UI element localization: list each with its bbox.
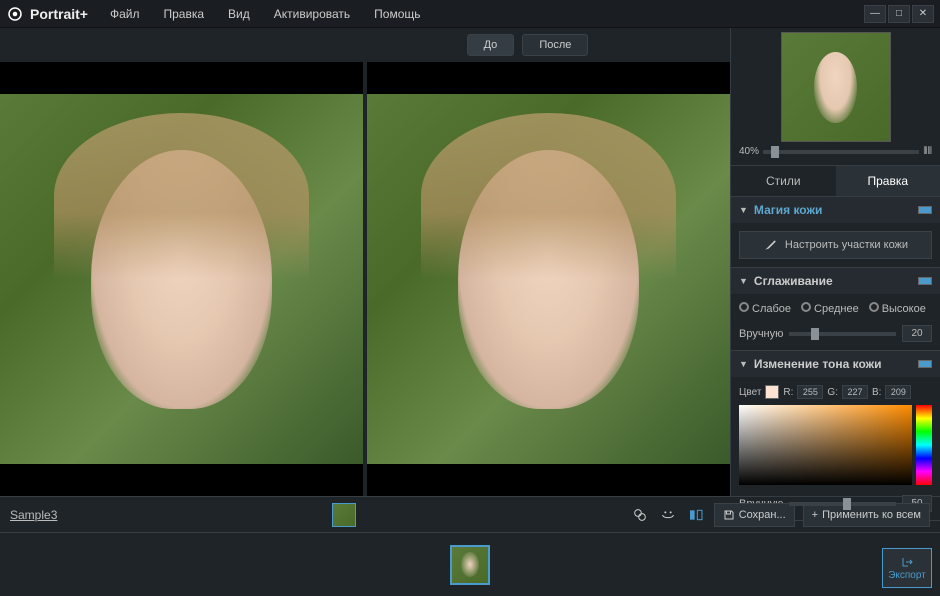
brush-label: Настроить участки кожи xyxy=(785,239,908,251)
smoothing-slider-thumb[interactable] xyxy=(811,328,819,340)
before-after-tabs: До После xyxy=(325,28,730,62)
footer-right: Сохран... + Применить ко всем xyxy=(630,503,930,527)
saturation-value-picker[interactable] xyxy=(739,405,912,485)
save-label: Сохран... xyxy=(739,509,786,521)
radio-high[interactable]: Высокое xyxy=(869,302,926,315)
window-controls: — □ ✕ xyxy=(864,5,934,23)
g-label: G: xyxy=(827,387,838,398)
thumbnail-strip: Экспорт xyxy=(0,532,940,596)
main-menu: Файл Правка Вид Активировать Помощь xyxy=(100,3,431,25)
zoom-scrub-icon[interactable]: ⦀⦀ xyxy=(923,146,932,157)
tab-edit[interactable]: Правка xyxy=(836,166,940,196)
chevron-down-icon: ▼ xyxy=(739,359,748,369)
hue-picker[interactable] xyxy=(916,405,932,485)
titlebar: Portrait+ Файл Правка Вид Активировать П… xyxy=(0,0,940,28)
apply-all-label: Применить ко всем xyxy=(822,509,921,521)
apply-all-button[interactable]: + Применить ко всем xyxy=(803,503,930,527)
b-label: B: xyxy=(872,387,881,398)
color-swatch[interactable] xyxy=(765,385,779,399)
radio-weak[interactable]: Слабое xyxy=(739,302,791,315)
color-row: Цвет R: 255 G: 227 B: 209 xyxy=(739,385,932,399)
skin-tone-toggle[interactable] xyxy=(918,360,932,368)
zoom-value: 40% xyxy=(739,146,759,157)
after-image xyxy=(367,94,730,464)
smoothing-value[interactable]: 20 xyxy=(902,325,932,342)
image-comparison xyxy=(0,62,730,496)
export-button[interactable]: Экспорт xyxy=(882,548,932,588)
skin-tone-title: Изменение тона кожи xyxy=(754,357,882,371)
smoothing-slider[interactable] xyxy=(789,332,896,336)
skin-tone-slider-thumb[interactable] xyxy=(843,498,851,510)
tab-before[interactable]: До xyxy=(467,34,515,56)
preview-area: 40% ⦀⦀ xyxy=(731,28,940,166)
smoothing-title: Сглаживание xyxy=(754,274,833,288)
zoom-control: 40% ⦀⦀ xyxy=(735,142,936,161)
app-logo-icon xyxy=(6,5,24,23)
menu-activate[interactable]: Активировать xyxy=(264,3,360,25)
link-icon[interactable] xyxy=(630,505,650,525)
menu-file[interactable]: Файл xyxy=(100,3,150,25)
face-icon[interactable] xyxy=(658,505,678,525)
menu-edit[interactable]: Правка xyxy=(153,3,214,25)
save-button[interactable]: Сохран... xyxy=(714,503,795,527)
viewer-area: До После xyxy=(0,28,730,496)
export-label: Экспорт xyxy=(888,570,926,581)
radio-medium[interactable]: Среднее xyxy=(801,302,859,315)
menu-help[interactable]: Помощь xyxy=(364,3,430,25)
zoom-slider[interactable] xyxy=(763,150,919,154)
color-label: Цвет xyxy=(739,387,761,398)
section-skin-magic: ▼ Магия кожи Настроить участки кожи xyxy=(731,197,940,268)
after-pane[interactable] xyxy=(367,62,730,496)
section-smoothing: ▼ Сглаживание Слабое Среднее Высокое Вру… xyxy=(731,268,940,351)
chevron-down-icon: ▼ xyxy=(739,205,748,215)
right-panel: 40% ⦀⦀ Стили Правка ▼ Магия кожи Настрои… xyxy=(730,28,940,496)
plus-icon: + xyxy=(812,509,818,521)
adjust-skin-areas-button[interactable]: Настроить участки кожи xyxy=(739,231,932,259)
before-pane[interactable] xyxy=(0,62,363,496)
footer-thumbnail[interactable] xyxy=(332,503,356,527)
save-icon xyxy=(723,509,735,521)
export-icon xyxy=(899,556,915,568)
chevron-down-icon: ▼ xyxy=(739,276,748,286)
panel-tabs: Стили Правка xyxy=(731,166,940,197)
smoothing-radios: Слабое Среднее Высокое xyxy=(739,302,932,315)
tab-after[interactable]: После xyxy=(522,34,588,56)
strip-thumbnail[interactable] xyxy=(450,545,490,585)
menu-view[interactable]: Вид xyxy=(218,3,260,25)
preview-thumbnail[interactable] xyxy=(781,32,891,142)
r-label: R: xyxy=(783,387,793,398)
compare-icon[interactable] xyxy=(686,505,706,525)
section-skin-tone: ▼ Изменение тона кожи Цвет R: 255 G: 227… xyxy=(731,351,940,521)
g-value[interactable]: 227 xyxy=(842,385,868,399)
skin-magic-title: Магия кожи xyxy=(754,203,822,217)
section-header-skin-tone[interactable]: ▼ Изменение тона кожи xyxy=(731,351,940,377)
section-header-skin-magic[interactable]: ▼ Магия кожи xyxy=(731,197,940,223)
minimize-button[interactable]: — xyxy=(864,5,886,23)
filename-link[interactable]: Sample3 xyxy=(10,508,57,522)
brush-icon xyxy=(763,238,777,252)
maximize-button[interactable]: □ xyxy=(888,5,910,23)
color-picker xyxy=(739,405,932,485)
zoom-slider-thumb[interactable] xyxy=(771,146,779,158)
b-value[interactable]: 209 xyxy=(885,385,911,399)
skin-tone-slider[interactable] xyxy=(789,502,896,506)
before-image xyxy=(0,94,363,464)
close-button[interactable]: ✕ xyxy=(912,5,934,23)
smoothing-manual-label: Вручную xyxy=(739,328,783,340)
app-title: Portrait+ xyxy=(30,6,88,22)
r-value[interactable]: 255 xyxy=(797,385,823,399)
section-header-smoothing[interactable]: ▼ Сглаживание xyxy=(731,268,940,294)
tab-styles[interactable]: Стили xyxy=(731,166,836,196)
smoothing-toggle[interactable] xyxy=(918,277,932,285)
skin-magic-toggle[interactable] xyxy=(918,206,932,214)
smoothing-manual-row: Вручную 20 xyxy=(739,325,932,342)
